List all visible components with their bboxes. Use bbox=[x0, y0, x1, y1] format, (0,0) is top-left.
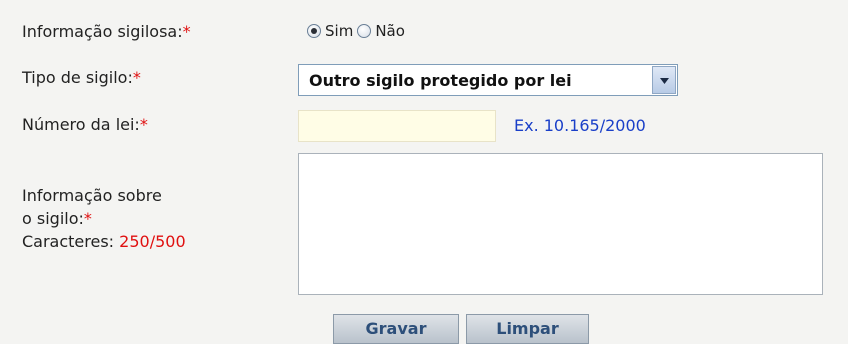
secrecy-type-label: Tipo de sigilo:* bbox=[22, 68, 141, 87]
radio-sim[interactable] bbox=[307, 24, 321, 38]
info-label: Informação sobre o sigilo:* Caracteres: … bbox=[22, 184, 186, 253]
law-number-label: Número da lei:* bbox=[22, 115, 148, 134]
required-mark: * bbox=[182, 22, 191, 41]
required-mark: * bbox=[83, 209, 92, 228]
secrecy-type-selected-value: Outro sigilo protegido por lei bbox=[309, 71, 572, 90]
required-mark: * bbox=[132, 68, 141, 87]
info-label-line1: Informação sobre bbox=[22, 186, 162, 205]
info-label-line2-wrap: o sigilo:* bbox=[22, 207, 186, 230]
radio-nao-label[interactable]: Não bbox=[375, 22, 405, 40]
chevron-down-icon bbox=[660, 78, 669, 84]
confidential-row: Informação sigilosa:* Sim Não bbox=[0, 18, 848, 48]
clear-button[interactable]: Limpar bbox=[466, 314, 589, 344]
confidential-radio-group: Sim Não bbox=[307, 22, 409, 40]
info-textarea[interactable] bbox=[298, 153, 823, 295]
confidential-label: Informação sigilosa:* bbox=[22, 22, 191, 41]
law-number-label-text: Número da lei: bbox=[22, 115, 140, 134]
secrecy-type-label-text: Tipo de sigilo: bbox=[22, 68, 133, 87]
char-counter: Caracteres: 250/500 bbox=[22, 230, 186, 253]
law-number-example: Ex. 10.165/2000 bbox=[514, 116, 646, 135]
save-button[interactable]: Gravar bbox=[333, 314, 459, 344]
radio-sim-label[interactable]: Sim bbox=[325, 22, 353, 40]
law-number-input[interactable] bbox=[298, 110, 496, 142]
confidential-label-text: Informação sigilosa: bbox=[22, 22, 183, 41]
dropdown-button[interactable] bbox=[652, 66, 676, 94]
char-counter-value: 250/500 bbox=[119, 232, 186, 251]
required-mark: * bbox=[139, 115, 148, 134]
info-label-line2: o sigilo: bbox=[22, 209, 84, 228]
radio-nao[interactable] bbox=[357, 24, 372, 38]
char-counter-label: Caracteres: bbox=[22, 232, 115, 251]
secrecy-type-row: Tipo de sigilo:* Outro sigilo protegido … bbox=[0, 60, 848, 100]
secrecy-type-select[interactable]: Outro sigilo protegido por lei bbox=[298, 64, 678, 96]
law-number-row: Número da lei:* Ex. 10.165/2000 bbox=[0, 108, 848, 142]
